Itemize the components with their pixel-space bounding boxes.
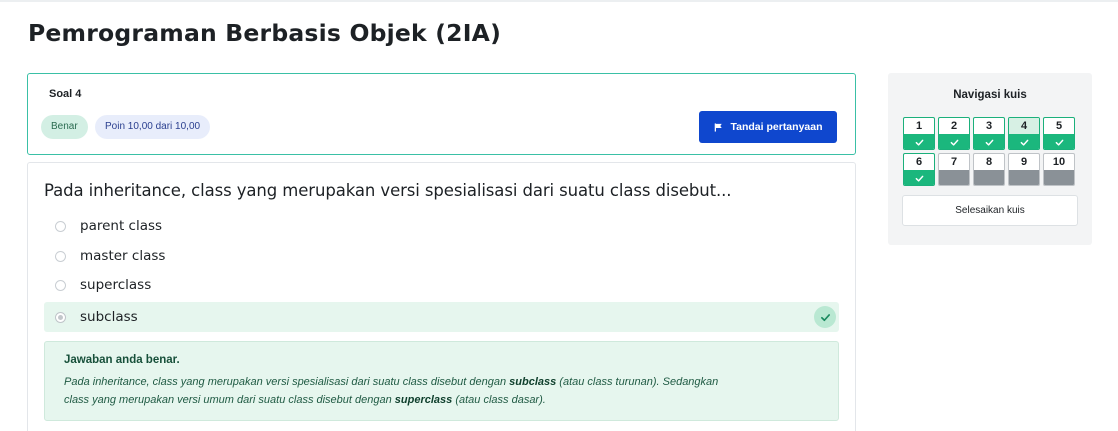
quiz-nav-question-6[interactable]: 6 (903, 153, 935, 186)
quiz-nav-number: 9 (1020, 156, 1028, 168)
feedback-text: Pada inheritance, class yang merupakan v… (64, 373, 819, 409)
check-circle-icon (814, 306, 836, 328)
answer-option-label: master class (80, 248, 166, 264)
top-divider (0, 0, 1118, 2)
feedback-keyword: superclass (394, 394, 453, 406)
quiz-nav-number: 7 (950, 156, 958, 168)
radio-button[interactable] (55, 279, 66, 291)
feedback-keyword: subclass (509, 376, 557, 388)
points-badge: Poin 10,00 dari 10,00 (95, 115, 211, 139)
check-icon (904, 170, 934, 185)
page-title: Pemrograman Berbasis Objek (2IA) (28, 19, 502, 47)
radio-button[interactable] (55, 220, 66, 232)
quiz-navigation-title: Navigasi kuis (953, 89, 1027, 101)
quiz-nav-question-8[interactable]: 8 (973, 153, 1005, 186)
flag-icon (714, 122, 723, 132)
quiz-nav-number: 8 (985, 156, 993, 168)
answer-option-label: subclass (80, 309, 138, 325)
feedback-box: Jawaban anda benar. Pada inheritance, cl… (44, 341, 839, 421)
check-icon (974, 134, 1004, 149)
feedback-title: Jawaban anda benar. (64, 354, 180, 366)
quiz-nav-question-9[interactable]: 9 (1008, 153, 1040, 186)
answer-option-selected[interactable]: subclass (44, 302, 839, 332)
quiz-nav-number: 1 (915, 120, 923, 132)
quiz-nav-question-10[interactable]: 10 (1043, 153, 1075, 186)
quiz-nav-number: 4 (1009, 118, 1039, 134)
flag-question-label: Tandai pertanyaan (730, 121, 823, 133)
answer-option[interactable]: parent class (44, 211, 839, 241)
feedback-text-segment: class yang merupakan versi umum dari sua… (64, 394, 395, 406)
quiz-nav-question-1[interactable]: 1 (903, 117, 935, 150)
quiz-nav-number: 10 (1052, 156, 1066, 168)
check-icon (1009, 134, 1039, 149)
answer-option[interactable]: master class (44, 241, 839, 271)
flag-question-button[interactable]: Tandai pertanyaan (699, 111, 837, 143)
unanswered-indicator (939, 170, 969, 185)
check-icon (1044, 134, 1074, 149)
answer-option-label: superclass (80, 277, 152, 293)
feedback-text-segment: Pada inheritance, class yang merupakan v… (64, 376, 510, 388)
finish-quiz-button[interactable]: Selesaikan kuis (902, 195, 1078, 226)
answer-option[interactable]: superclass (44, 270, 839, 300)
quiz-nav-question-5[interactable]: 5 (1043, 117, 1075, 150)
quiz-navigation-panel: Navigasi kuis 1 2 3 4 5 6 7 8 9 10 Selesaikan kui… (888, 73, 1092, 245)
question-text: Pada inheritance, class yang merupakan v… (44, 181, 732, 200)
unanswered-indicator (1009, 170, 1039, 185)
quiz-nav-question-3[interactable]: 3 (973, 117, 1005, 150)
quiz-nav-number: 5 (1055, 120, 1063, 132)
radio-button[interactable] (55, 250, 66, 262)
quiz-nav-number: 2 (950, 120, 958, 132)
question-info-card: Soal 4 Benar Poin 10,00 dari 10,00 Tanda… (27, 73, 856, 155)
quiz-nav-question-7[interactable]: 7 (938, 153, 970, 186)
quiz-nav-question-4[interactable]: 4 (1008, 117, 1040, 150)
question-content-card: Pada inheritance, class yang merupakan v… (27, 162, 856, 431)
quiz-nav-number: 6 (915, 156, 923, 168)
status-badge: Benar (41, 115, 88, 139)
feedback-text-segment: (atau class turunan). Sedangkan (556, 376, 719, 388)
check-icon (939, 134, 969, 149)
unanswered-indicator (1044, 170, 1074, 185)
question-number-label: Soal 4 (49, 88, 82, 100)
radio-button-selected[interactable] (55, 311, 66, 323)
answer-option-label: parent class (80, 218, 163, 234)
unanswered-indicator (974, 170, 1004, 185)
check-icon (904, 134, 934, 149)
quiz-nav-number: 3 (985, 120, 993, 132)
feedback-text-segment: (atau class dasar). (452, 394, 546, 406)
quiz-nav-question-2[interactable]: 2 (938, 117, 970, 150)
